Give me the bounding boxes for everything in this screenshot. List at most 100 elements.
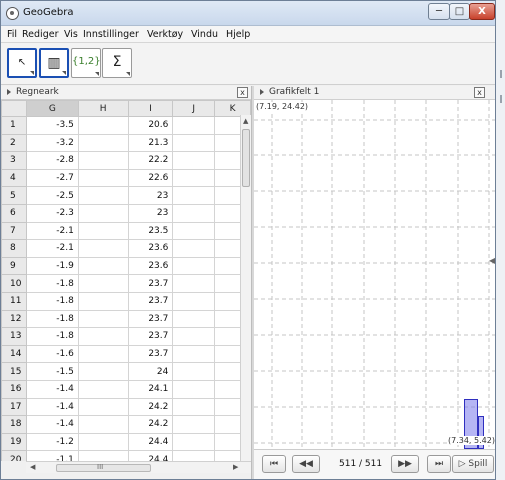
first-step-button[interactable]: ⏮ xyxy=(262,455,286,473)
cell-g[interactable]: -2.8 xyxy=(25,151,79,170)
graphics-view[interactable]: (7.19, 24.42) (7.34, 5.42) xyxy=(254,100,495,449)
column-header-g[interactable]: G xyxy=(25,100,79,117)
cell-i[interactable]: 24.2 xyxy=(127,397,174,417)
menu-hjelp[interactable]: Hjelp xyxy=(226,29,250,40)
cell-i[interactable]: 24.4 xyxy=(127,450,174,461)
minimize-button[interactable]: ─ xyxy=(428,3,450,20)
menu-vindu[interactable]: Vindu xyxy=(191,29,218,40)
cell-h[interactable] xyxy=(77,116,129,135)
cell-j[interactable] xyxy=(172,221,216,241)
cell-i[interactable]: 23.7 xyxy=(127,274,174,293)
cell-g[interactable]: -1.8 xyxy=(25,309,79,329)
cell-g[interactable]: -1.6 xyxy=(25,344,79,364)
cell-j[interactable] xyxy=(172,291,216,311)
row-header[interactable]: 17 xyxy=(1,397,27,417)
scroll-thumb[interactable] xyxy=(242,129,250,187)
move-tool-button[interactable]: ↖ xyxy=(7,48,37,78)
row-header[interactable]: 9 xyxy=(1,256,27,276)
cell-h[interactable] xyxy=(77,432,129,452)
cell-i[interactable]: 23.5 xyxy=(127,221,174,241)
spreadsheet-vertical-scrollbar[interactable]: ▲ xyxy=(240,115,251,461)
cell-i[interactable]: 24.4 xyxy=(127,432,174,452)
cell-g[interactable]: -1.8 xyxy=(25,291,79,311)
cell-g[interactable]: -1.8 xyxy=(25,327,79,346)
spreadsheet-table[interactable]: G H I J K 1 -3.5 20.6 2 -3.2 21.3 3 -2.8 22.2 4 -2… xyxy=(1,100,251,461)
cell-j[interactable] xyxy=(172,133,216,153)
cell-g[interactable]: -1.8 xyxy=(25,274,79,293)
play-button[interactable]: ▷ Spill xyxy=(452,455,494,473)
cell-j[interactable] xyxy=(172,203,216,223)
cell-j[interactable] xyxy=(172,116,216,135)
row-header[interactable]: 13 xyxy=(1,327,27,346)
spreadsheet-grid[interactable]: G H I J K 1 -3.5 20.6 2 -3.2 21.3 3 -2.8 22.2 4 -2… xyxy=(1,100,251,461)
side-collapse-arrow-icon[interactable]: ◀ xyxy=(489,256,495,265)
row-header[interactable]: 7 xyxy=(1,221,27,241)
cell-j[interactable] xyxy=(172,397,216,417)
cell-g[interactable]: -1.4 xyxy=(25,415,79,434)
graphics-close-button[interactable]: x xyxy=(474,87,485,98)
row-header[interactable]: 15 xyxy=(1,362,27,381)
cell-h[interactable] xyxy=(77,221,129,241)
menu-fil[interactable]: Fil xyxy=(7,29,17,40)
row-header[interactable]: 20 xyxy=(1,450,27,461)
cell-g[interactable]: -3.5 xyxy=(25,116,79,135)
cell-i[interactable]: 24.1 xyxy=(127,379,174,399)
cell-g[interactable]: -2.1 xyxy=(25,221,79,241)
cell-i[interactable]: 22.6 xyxy=(127,168,174,188)
row-header[interactable]: 14 xyxy=(1,344,27,364)
scroll-thumb-horizontal[interactable]: III xyxy=(56,463,151,472)
menu-vis[interactable]: Vis xyxy=(64,29,78,40)
column-header-j[interactable]: J xyxy=(172,100,216,117)
close-button[interactable]: X xyxy=(469,3,495,20)
cell-i[interactable]: 23.6 xyxy=(127,239,174,258)
row-header[interactable]: 10 xyxy=(1,274,27,293)
cell-h[interactable] xyxy=(77,203,129,223)
cell-g[interactable]: -2.7 xyxy=(25,168,79,188)
cell-i[interactable]: 23.7 xyxy=(127,344,174,364)
cell-j[interactable] xyxy=(172,239,216,258)
cell-h[interactable] xyxy=(77,309,129,329)
cell-j[interactable] xyxy=(172,450,216,461)
cell-i[interactable]: 23.7 xyxy=(127,291,174,311)
column-header-i[interactable]: I xyxy=(127,100,174,117)
cell-i[interactable]: 23 xyxy=(127,203,174,223)
cell-h[interactable] xyxy=(77,415,129,434)
panel-expand-arrow-icon[interactable] xyxy=(7,89,11,95)
cell-g[interactable]: -2.3 xyxy=(25,203,79,223)
last-step-button[interactable]: ⏭ xyxy=(427,455,451,473)
row-header[interactable]: 16 xyxy=(1,379,27,399)
row-header[interactable]: 6 xyxy=(1,203,27,223)
maximize-button[interactable]: □ xyxy=(449,3,470,20)
cell-h[interactable] xyxy=(77,291,129,311)
cell-h[interactable] xyxy=(77,186,129,205)
cell-h[interactable] xyxy=(77,239,129,258)
list-tool-button[interactable]: {1,2} xyxy=(71,48,101,78)
cell-i[interactable]: 24 xyxy=(127,362,174,381)
cell-i[interactable]: 23.7 xyxy=(127,309,174,329)
cell-i[interactable]: 20.6 xyxy=(127,116,174,135)
cell-h[interactable] xyxy=(77,450,129,461)
cell-g[interactable]: -1.9 xyxy=(25,256,79,276)
row-header[interactable]: 3 xyxy=(1,151,27,170)
cell-h[interactable] xyxy=(77,256,129,276)
cell-g[interactable]: -2.1 xyxy=(25,239,79,258)
cell-i[interactable]: 24.2 xyxy=(127,415,174,434)
spreadsheet-horizontal-scrollbar[interactable]: ◀ III ▶ xyxy=(26,461,251,473)
cell-g[interactable]: -1.1 xyxy=(25,450,79,461)
scroll-left-arrow-icon[interactable]: ◀ xyxy=(30,463,35,471)
cell-j[interactable] xyxy=(172,274,216,293)
cell-h[interactable] xyxy=(77,379,129,399)
cell-i[interactable]: 22.2 xyxy=(127,151,174,170)
cell-j[interactable] xyxy=(172,151,216,170)
cell-j[interactable] xyxy=(172,256,216,276)
title-bar[interactable]: GeoGebra ─ □ X xyxy=(1,1,495,26)
cell-j[interactable] xyxy=(172,327,216,346)
cell-j[interactable] xyxy=(172,309,216,329)
cell-h[interactable] xyxy=(77,344,129,364)
cell-h[interactable] xyxy=(77,168,129,188)
menu-rediger[interactable]: Rediger xyxy=(22,29,58,40)
menu-verktoy[interactable]: Verktøy xyxy=(147,29,183,40)
corner-cell[interactable] xyxy=(1,100,27,117)
cell-j[interactable] xyxy=(172,379,216,399)
cell-g[interactable]: -3.2 xyxy=(25,133,79,153)
